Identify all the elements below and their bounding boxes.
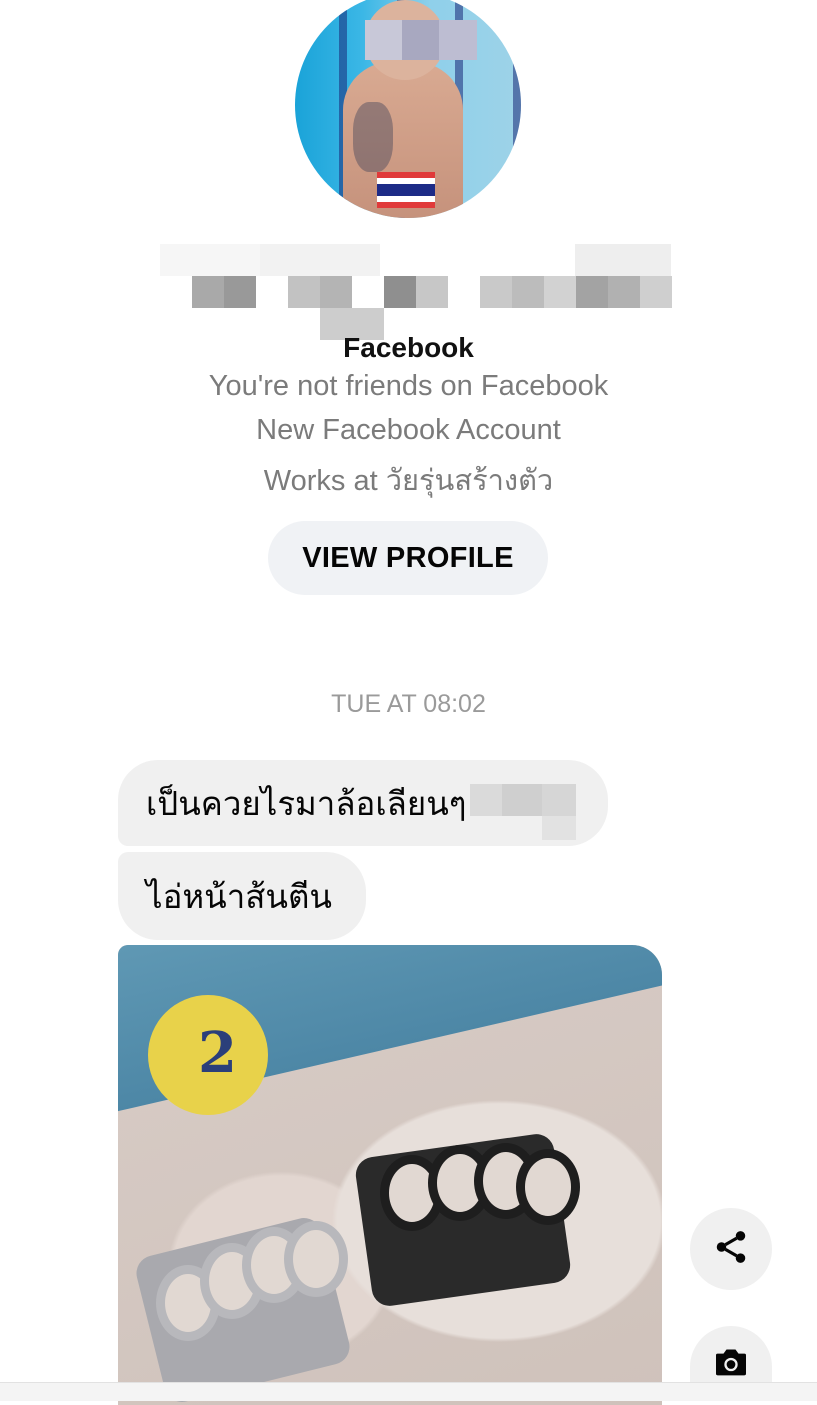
share-button[interactable] — [690, 1208, 772, 1290]
network-label: Facebook — [343, 332, 474, 363]
message-text: เป็นควยไรมาล้อเลียนๆ — [146, 784, 467, 822]
share-icon — [712, 1228, 750, 1271]
view-profile-button[interactable]: VIEW PROFILE — [268, 521, 548, 595]
friend-status: You're not friends on Facebook — [208, 370, 609, 402]
message-bubble[interactable]: ไอ่หน้าส้นตีน — [118, 852, 366, 940]
message-text: ไอ่หน้าส้นตีน — [146, 877, 332, 915]
censor-block — [365, 20, 477, 60]
photo-message[interactable]: 2 — [118, 945, 662, 1405]
message-timestamp: TUE AT 08:02 — [331, 690, 486, 718]
camera-button[interactable] — [690, 1326, 772, 1382]
composer-bar-edge — [0, 1382, 817, 1401]
account-note: New Facebook Account — [256, 414, 561, 446]
thai-flag-censor — [377, 172, 435, 208]
photo-overlay-text: 2 — [198, 1020, 237, 1086]
camera-icon — [711, 1342, 751, 1387]
work-info: Works at วัยรุ่นสร้างตัว — [263, 465, 554, 497]
profile-avatar[interactable] — [295, 0, 521, 218]
